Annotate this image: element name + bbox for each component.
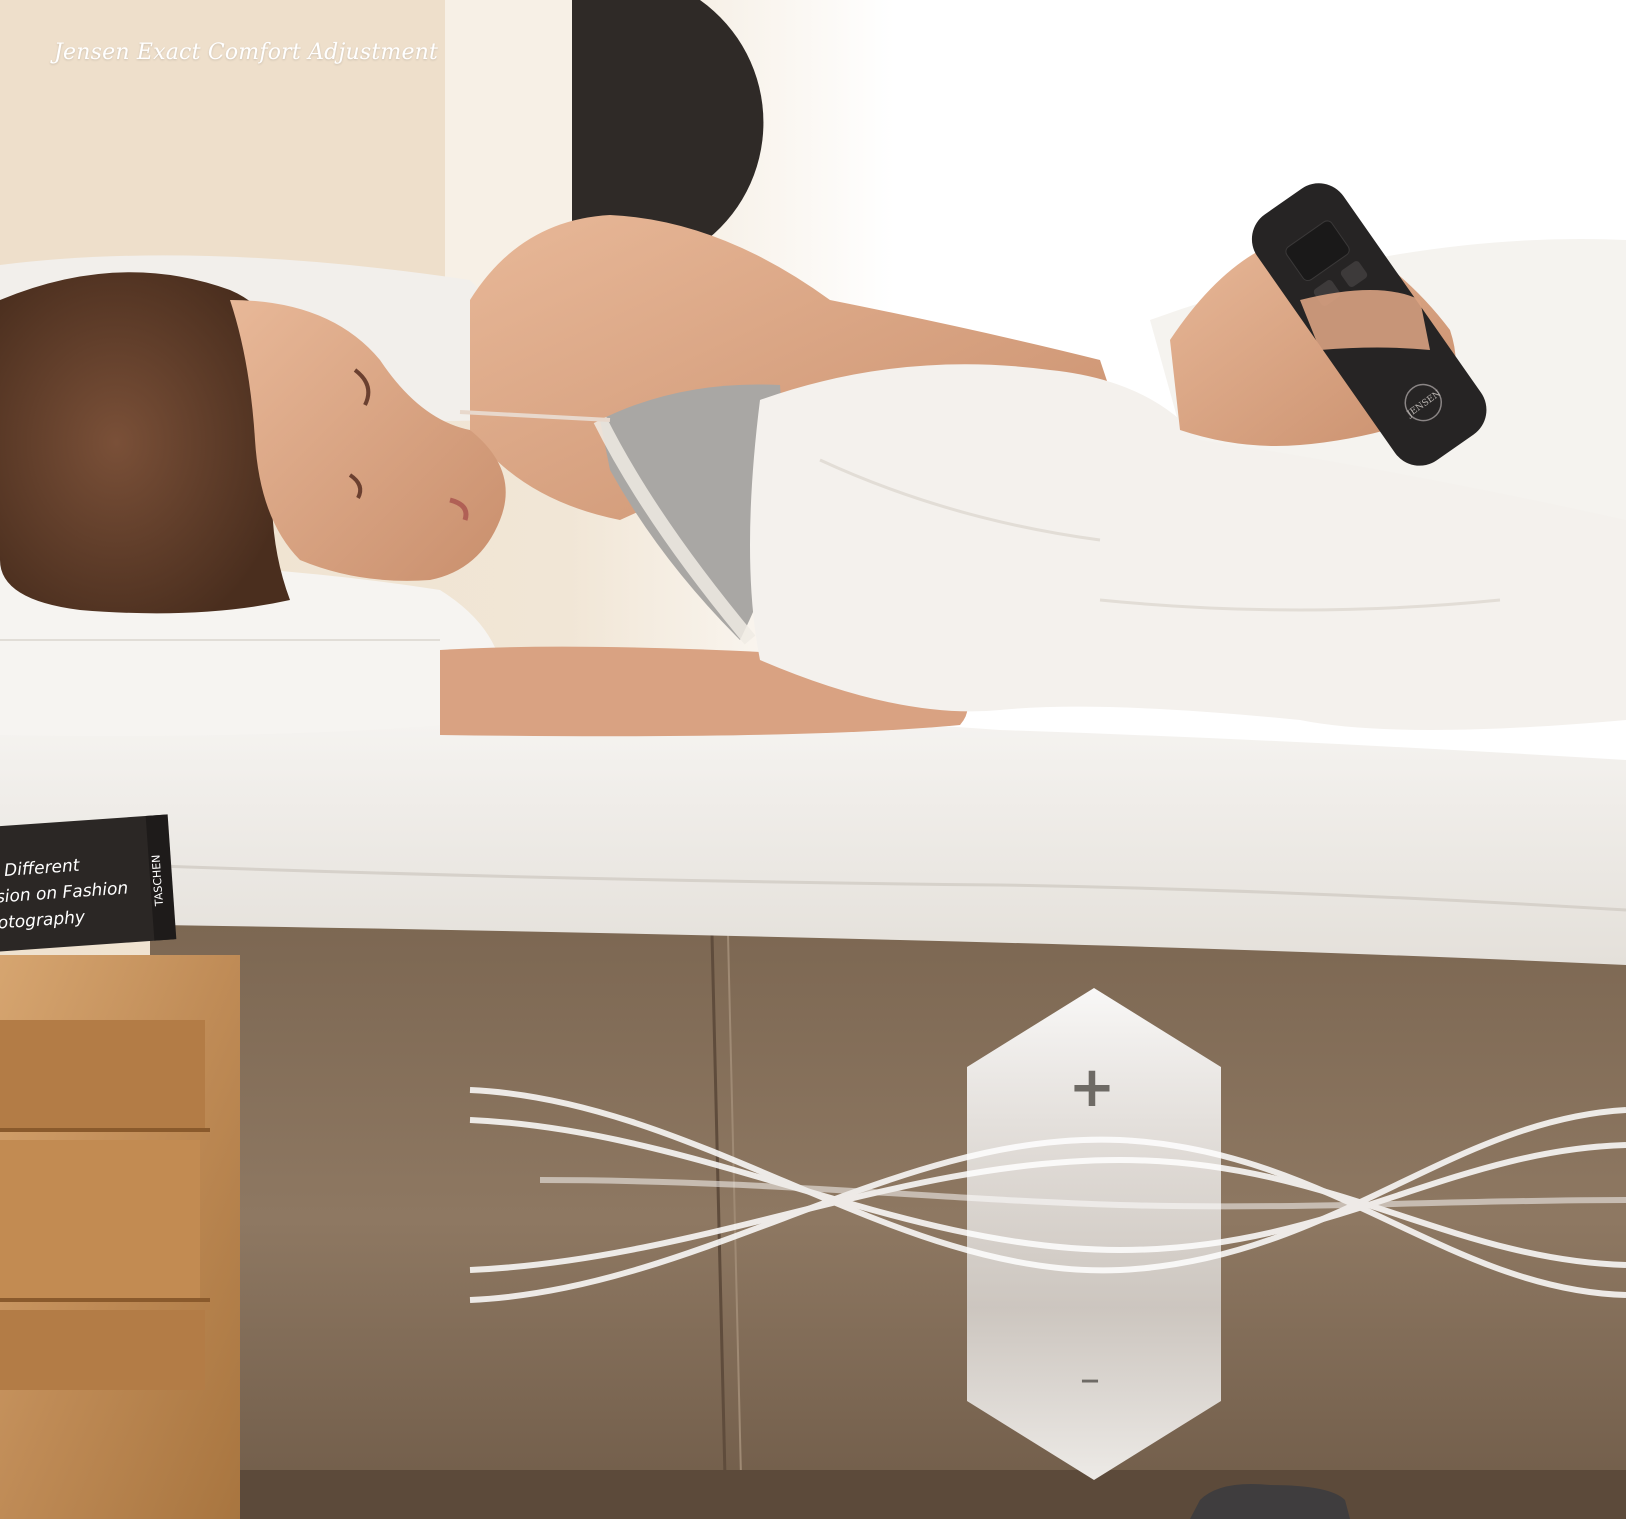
book: Different sion on Fashion otography TASC… xyxy=(0,814,177,953)
caption: Jensen Exact Comfort Adjustment xyxy=(54,40,439,65)
bed-scene-illustration: JENSEN Different sion on Fashion otograp… xyxy=(0,0,1626,1519)
plus-icon: + xyxy=(1069,1055,1116,1120)
minus-icon: – xyxy=(1080,1356,1100,1402)
wall-lamp xyxy=(572,0,764,245)
product-photo: JENSEN Different sion on Fashion otograp… xyxy=(0,0,1626,1519)
